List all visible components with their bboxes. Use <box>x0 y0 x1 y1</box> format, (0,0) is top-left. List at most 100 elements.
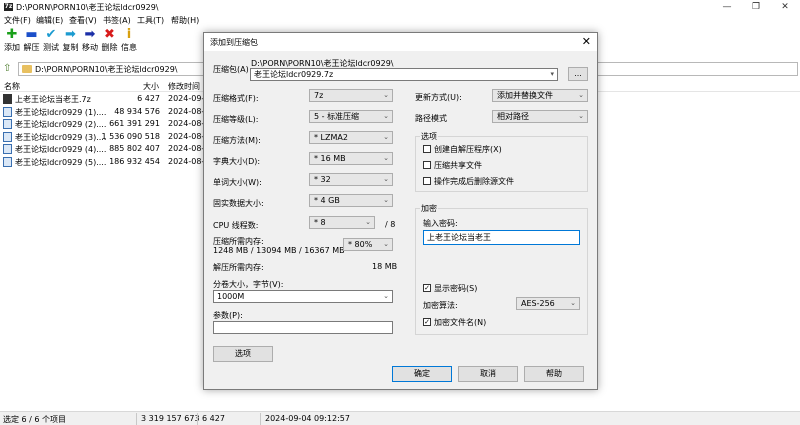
file-name: 老王论坛ldcr0929 (1).... <box>15 107 107 117</box>
column-name[interactable]: 名称 <box>4 81 20 92</box>
solid-block-select[interactable]: * 4 GB ⌄ <box>309 194 393 207</box>
add-to-archive-dialog: 添加到压缩包 ✕ 压缩包(A) D:\PORN\PORN10\老王论坛ldcr0… <box>203 32 598 390</box>
archive-name-value: 老王论坛ldcr0929.7z <box>254 70 334 79</box>
menu-help[interactable]: 帮助(H) <box>171 15 199 26</box>
column-modified[interactable]: 修改时间 <box>168 81 200 92</box>
toolbar-minus-button[interactable]: ▬ 解压 <box>22 27 42 57</box>
shared-files-checkbox[interactable] <box>423 161 431 169</box>
file-size: 48 934 576 <box>114 106 160 116</box>
format-select[interactable]: 7z ⌄ <box>309 89 393 102</box>
archive-name-combo[interactable]: 老王论坛ldcr0929.7z ▾ <box>250 68 558 81</box>
copy-arrow-icon: ➡ <box>65 27 76 42</box>
toolbar-info-button[interactable]: i 信息 <box>119 27 139 57</box>
file-icon <box>3 144 12 154</box>
word-size-label: 单词大小(W): <box>213 178 262 187</box>
sfx-label: 创建自解压程序(X) <box>434 145 502 154</box>
move-arrow-icon: ➡ <box>84 27 96 42</box>
path-mode-select[interactable]: 相对路径 ⌄ <box>492 110 588 123</box>
encrypt-names-checkbox[interactable]: ✓ <box>423 318 431 326</box>
method-label: 压缩方法(M): <box>213 136 261 145</box>
split-volume-label: 分卷大小，字节(V): <box>213 280 284 289</box>
level-select[interactable]: 5 - 标准压缩 ⌄ <box>309 110 393 123</box>
up-folder-icon[interactable]: ⇧ <box>3 63 15 75</box>
update-mode-label: 更新方式(U): <box>415 93 462 102</box>
dialog-close-icon[interactable]: ✕ <box>582 35 591 48</box>
chevron-down-icon: ⌄ <box>383 154 389 162</box>
status-selected-size: 6 427 <box>202 414 225 423</box>
path-mode-value: 相对路径 <box>497 112 529 121</box>
memory-percent-select[interactable]: * 80% ⌄ <box>343 238 393 251</box>
word-size-select[interactable]: * 32 ⌄ <box>309 173 393 186</box>
file-icon <box>3 156 12 167</box>
plus-icon: ✚ <box>6 27 18 42</box>
method-select[interactable]: * LZMA2 ⌄ <box>309 131 393 144</box>
menu-file[interactable]: 文件(F) <box>4 15 31 26</box>
format-value: 7z <box>314 91 324 100</box>
toolbar-label: 删除 <box>101 43 118 52</box>
show-password-checkbox[interactable]: ✓ <box>423 284 431 292</box>
format-label: 压缩格式(F): <box>213 94 259 103</box>
menu-tools[interactable]: 工具(T) <box>137 15 164 26</box>
menu-edit[interactable]: 编辑(E) <box>36 15 63 26</box>
info-icon: i <box>126 27 132 42</box>
chevron-down-icon: ⌄ <box>570 299 576 307</box>
dialog-title-bar: 添加到压缩包 ✕ <box>204 33 597 51</box>
chevron-down-icon: ⌄ <box>383 292 389 300</box>
cpu-threads-max: / 8 <box>385 220 396 229</box>
encryption-method-label: 加密算法: <box>423 301 458 310</box>
password-label: 输入密码: <box>423 219 458 228</box>
minus-icon: ▬ <box>25 27 38 42</box>
help-button[interactable]: 帮助 <box>524 366 584 382</box>
path-mode-label: 路径模式 <box>415 114 447 123</box>
browse-button[interactable]: ... <box>568 67 588 81</box>
file-name: 老王论坛ldcr0929 (3).... <box>15 132 107 142</box>
toolbar-label: 信息 <box>121 43 137 52</box>
title-bar: 7z D:\PORN\PORN10\老王论坛ldcr0929\ — ❐ ✕ <box>0 0 800 14</box>
maximize-button[interactable]: ❐ <box>741 0 771 14</box>
toolbar-move-arrow-button[interactable]: ➡ 移动 <box>80 27 100 57</box>
dialog-title: 添加到压缩包 <box>210 38 258 47</box>
toolbar-check-button[interactable]: ✔ 测试 <box>41 27 61 57</box>
split-volume-combo[interactable]: 1000M ⌄ <box>213 290 393 303</box>
ok-button[interactable]: 确定 <box>392 366 452 382</box>
close-button[interactable]: ✕ <box>770 0 800 14</box>
column-size[interactable]: 大小 <box>143 81 159 92</box>
delete-x-icon: ✖ <box>104 27 115 42</box>
delete-after-checkbox[interactable] <box>423 177 431 185</box>
level-value: 5 - 标准压缩 <box>314 112 360 121</box>
solid-block-value: * 4 GB <box>314 196 340 205</box>
minimize-button[interactable]: — <box>712 0 742 14</box>
file-size: 661 391 291 <box>109 119 160 128</box>
encryption-group-title: 加密 <box>420 203 438 214</box>
parameters-input[interactable] <box>213 321 393 334</box>
encryption-method-select[interactable]: AES-256 ⌄ <box>516 297 580 310</box>
encrypt-names-label: 加密文件名(N) <box>434 318 487 327</box>
password-input[interactable]: 上老王论坛当老王 <box>423 230 580 245</box>
cpu-threads-label: CPU 线程数: <box>213 221 259 230</box>
chevron-down-icon: ⌄ <box>578 112 584 120</box>
cpu-threads-select[interactable]: * 8 ⌄ <box>309 216 375 229</box>
menu-bar: 文件(F) 编辑(E) 查看(V) 书签(A) 工具(T) 帮助(H) <box>0 14 800 26</box>
toolbar-copy-arrow-button[interactable]: ➡ 复制 <box>61 27 81 57</box>
status-divider <box>260 413 261 425</box>
update-mode-select[interactable]: 添加并替换文件 ⌄ <box>492 89 588 102</box>
sfx-checkbox[interactable] <box>423 145 431 153</box>
toolbar-plus-button[interactable]: ✚ 添加 <box>2 27 22 57</box>
memory-percent-value: * 80% <box>348 240 373 249</box>
memory-decompress-label: 解压所需内存: <box>213 263 264 272</box>
toolbar-label: 添加 <box>4 43 20 52</box>
menu-bookmarks[interactable]: 书签(A) <box>103 15 131 26</box>
encryption-method-value: AES-256 <box>521 299 555 308</box>
options-button[interactable]: 选项 <box>213 346 273 362</box>
toolbar-label: 移动 <box>82 43 98 52</box>
chevron-down-icon: ▾ <box>550 70 554 78</box>
dictionary-select[interactable]: * 16 MB ⌄ <box>309 152 393 165</box>
menu-view[interactable]: 查看(V) <box>69 15 97 26</box>
cancel-button[interactable]: 取消 <box>458 366 518 382</box>
folder-icon <box>22 65 32 73</box>
toolbar-delete-x-button[interactable]: ✖ 删除 <box>100 27 120 57</box>
solid-block-label: 固实数据大小: <box>213 199 264 208</box>
archive-file-icon <box>3 94 12 104</box>
chevron-down-icon: ⌄ <box>365 218 371 226</box>
file-size: 885 802 407 <box>109 144 160 153</box>
